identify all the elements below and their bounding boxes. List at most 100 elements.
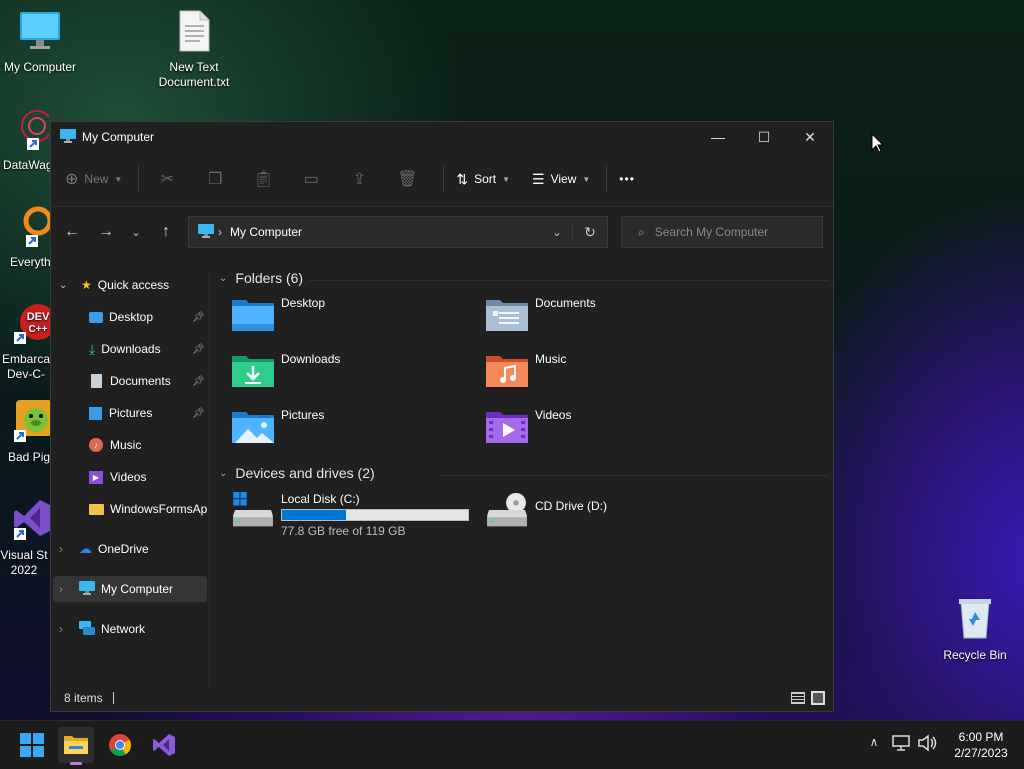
recent-locations-button[interactable]: ⌄ [121,217,151,247]
folder-label: Documents [535,296,596,310]
system-clock[interactable]: 6:00 PM 2/27/2023 [944,729,1018,761]
sort-button[interactable]: ⇅ Sort ▼ [456,171,510,188]
folder-tile-videos[interactable]: Videos [485,408,571,444]
group-divider [439,475,829,476]
desktop-icon-recycle-bin[interactable]: Recycle Bin [935,596,1015,663]
sidebar-item-label: Documents [110,374,171,388]
new-button[interactable]: ⊕ New ▼ [65,169,122,189]
sidebar-item-quick-access[interactable]: ⌄ ★ Quick access [59,272,169,298]
taskbar-chrome[interactable] [102,727,138,763]
folder-label: Music [535,352,567,366]
volume-icon[interactable] [917,734,937,754]
address-history-button[interactable]: ⌄ [542,226,572,239]
desktop-icon-everything[interactable]: Everyth [0,205,50,270]
bad-piggies-icon [12,400,50,446]
drive-usage-bar [281,509,469,521]
address-bar[interactable]: › My Computer ⌄ ↻ [188,216,608,248]
show-hidden-icons-button[interactable]: ∧ [864,735,884,755]
desktop-icon-label: My Computer [3,60,77,74]
sidebar-item-documents[interactable]: Documents 📌︎ [89,368,207,394]
mouse-cursor [871,132,885,158]
sidebar-item-music[interactable]: ♪ Music [89,432,141,458]
sidebar-item-onedrive[interactable]: › ☁ OneDrive [59,536,149,562]
drive-usage-fill [282,510,347,520]
new-label: New [84,172,109,186]
chevron-down-icon: ⌄ [59,279,68,291]
monitor-icon [0,10,80,56]
forward-button[interactable]: → [91,217,121,247]
sidebar-item-pictures[interactable]: Pictures 📌︎ [89,400,207,426]
pin-icon[interactable]: 📌︎ [192,376,205,387]
arrow-up-icon: ↑ [162,223,170,240]
folder-tile-pictures[interactable]: Pictures [231,408,324,444]
up-button[interactable]: ↑ [151,217,181,247]
drive-label: CD Drive (D:) [535,499,607,513]
breadcrumb-separator-icon: › [218,225,222,239]
desktop-icon-embarcadero-devc[interactable]: DEV C++ Embarca Dev-C- [0,302,50,382]
pictures-icon [89,406,102,420]
share-button[interactable]: ⇪ [343,165,375,193]
folders-group-header[interactable]: ⌄ Folders (6) [219,270,303,286]
drive-tile-c[interactable]: Local Disk (C:) 77.8 GB free of 119 GB [231,492,469,538]
devices-group-header[interactable]: ⌄ Devices and drives (2) [219,465,375,481]
folder-tile-downloads[interactable]: Downloads [231,352,340,388]
large-icons-view-button[interactable] [811,691,825,705]
back-button[interactable]: ← [57,217,87,247]
more-options-button[interactable]: ••• [619,172,635,186]
view-button[interactable]: ☰ View ▼ [532,171,590,188]
sidebar-item-label: Network [101,622,146,636]
desktop-icon-datawag[interactable]: DataWag [0,108,50,173]
details-view-button[interactable] [791,692,805,704]
share-icon: ⇪ [352,171,367,188]
desktop-icon-visual-studio[interactable]: Visual St 2022 [0,498,50,578]
paste-button[interactable]: 📋︎ [247,165,279,193]
desktop-icon-my-computer[interactable]: My Computer [0,10,80,75]
navigation-pane: ⌄ ★ Quick access Desktop 📌︎ ⤓ Downloads … [51,270,210,688]
copy-button[interactable]: ❐ [199,165,231,193]
folder-tile-documents[interactable]: Documents [485,296,596,332]
chrome-icon [109,734,131,756]
desktop-icon-label: Visual St 2022 [0,548,48,577]
pin-icon[interactable]: 📌︎ [192,312,205,323]
title-bar[interactable]: My Computer — ☐ ✕ [51,122,833,152]
monitor-icon [198,223,214,241]
chevron-down-icon: ⌄ [131,226,141,239]
sidebar-item-videos[interactable]: ▶ Videos [89,464,146,490]
folder-tile-desktop[interactable]: Desktop [231,296,325,332]
folder-tile-music[interactable]: Music [485,352,566,388]
taskbar-visual-studio[interactable] [146,727,182,763]
sidebar-item-windowsformsapp[interactable]: WindowsFormsAp [89,496,207,522]
delete-button[interactable]: 🗑︎ [391,165,423,193]
taskbar-file-explorer[interactable] [58,727,94,765]
search-input[interactable]: Search My Computer [655,225,768,239]
minimize-button[interactable]: — [695,122,741,152]
sidebar-item-network[interactable]: › Network [59,616,145,642]
datawag-app-icon [12,108,50,154]
close-button[interactable]: ✕ [787,122,833,152]
desktop-icon-text-document[interactable]: New Text Document.txt [154,10,234,90]
start-button[interactable] [14,727,50,763]
maximize-button[interactable]: ☐ [741,122,787,152]
pin-icon[interactable]: 📌︎ [192,408,205,419]
desktop-icon-label: Everyth [10,255,50,269]
sidebar-item-desktop[interactable]: Desktop 📌︎ [89,304,207,330]
chevron-down-icon: ▼ [114,174,123,184]
search-box[interactable]: ⌕ Search My Computer [621,216,823,248]
sidebar-item-my-computer[interactable]: › My Computer [53,576,207,602]
refresh-button[interactable]: ↻ [572,223,607,241]
rename-button[interactable]: ▭ [295,165,327,193]
view-list-icon: ☰ [532,170,545,187]
chevron-down-icon: ⌄ [219,467,228,479]
breadcrumb[interactable]: My Computer [230,225,302,239]
desktop-icon-bad-piggies[interactable]: Bad Pig [0,400,50,465]
cut-button[interactable]: ✂ [151,165,183,193]
status-divider [112,692,114,704]
folder-label: Desktop [281,296,326,310]
sidebar-item-downloads[interactable]: ⤓ Downloads 📌︎ [89,336,207,362]
pin-icon[interactable]: 📌︎ [192,344,205,355]
network-status-icon[interactable] [892,735,910,753]
toolbar-separator [606,166,608,192]
scissors-icon: ✂ [160,171,175,188]
drive-tile-d[interactable]: CD Drive (D:) [485,492,607,528]
clipboard-icon: 📋︎ [253,171,274,188]
